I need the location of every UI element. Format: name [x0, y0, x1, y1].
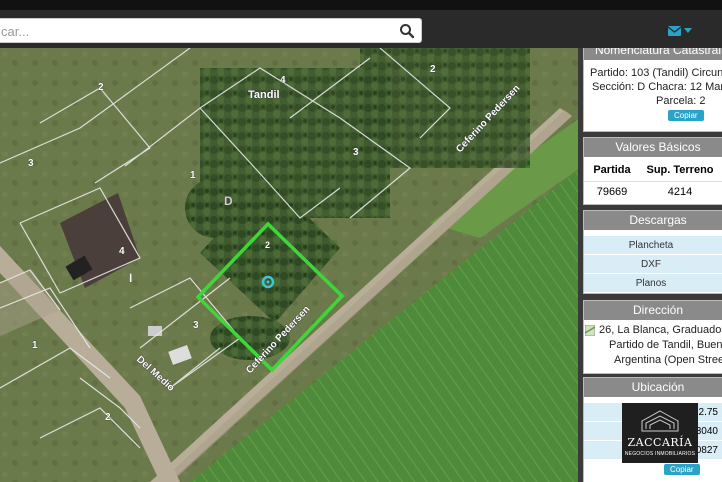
satellite-map[interactable]: Tandil 4 2 2 3 1 3 D 4 I 2 1 3 2 Ceferin…: [0, 48, 580, 482]
mail-icon: [668, 26, 681, 36]
zaccaria-logo: ZACCARÍA NEGOCIOS INMOBILIARIOS: [622, 403, 698, 463]
map-label-letter: I: [129, 271, 132, 285]
navbar: [0, 10, 722, 50]
direccion-line-2: Partido de Tandil, Buenos Aires,: [609, 339, 722, 351]
map-label-number: 4: [119, 246, 125, 257]
direccion-line-3: Argentina (Open Street Map): [614, 354, 722, 366]
sup-terreno-value: 4214: [667, 186, 693, 198]
nomenclatura-line-1: Partido: 103 (Tandil) Circunscripción: I: [590, 67, 722, 79]
map-label-number: 2: [430, 64, 436, 75]
direccion-card: Dirección 26, La Blanca, Graduados, Part…: [583, 300, 722, 374]
search-box[interactable]: [0, 18, 422, 43]
direccion-line-1: 26, La Blanca, Graduados,: [599, 324, 722, 336]
nomenclatura-card: Nomenclatura Catastral Partido: 103 (Tan…: [583, 48, 722, 132]
street-label-ceferino-top: Ceferino Pedersen: [454, 83, 522, 155]
street-label-ceferino-bottom: Ceferino Pedersen: [244, 304, 312, 376]
search-input[interactable]: [1, 22, 381, 40]
map-label-number: 1: [190, 170, 196, 181]
map-label-tandil: Tandil: [248, 89, 280, 101]
caret-down-icon: [684, 28, 692, 33]
logo-mark-icon: [641, 410, 679, 432]
map-label-number: 3: [353, 147, 359, 158]
map-label-letter: D: [224, 194, 233, 208]
descargas-card: Descargas Plancheta DXF Planos: [583, 210, 722, 294]
mail-dropdown-button[interactable]: [668, 23, 698, 39]
ubicacion-title: Ubicación: [584, 378, 722, 397]
descargas-title: Descargas: [584, 211, 722, 230]
copy-ubicacion-button[interactable]: Copiar: [664, 464, 700, 475]
sup-terreno-header: Sup. Terreno: [646, 164, 714, 176]
valores-basicos-card: Valores Básicos Partida Sup. Terreno 796…: [583, 137, 722, 205]
map-thumbnail-icon: [585, 325, 595, 336]
nomenclatura-line-2: Sección: D Chacra: 12 Manzana: 12b: [592, 81, 722, 93]
top-strip: [0, 0, 722, 10]
map-label-number: 4: [280, 75, 286, 86]
nomenclatura-line-3: Parcela: 2: [656, 95, 706, 107]
map-label-number: 2: [105, 412, 111, 423]
copy-nomenclatura-button[interactable]: Copiar: [668, 110, 704, 121]
street-label-del-medio: Del Medio: [134, 354, 176, 394]
valores-basicos-title: Valores Básicos: [584, 138, 722, 157]
download-planos-link[interactable]: Planos: [584, 273, 722, 292]
map-label-number: 3: [28, 158, 34, 169]
nomenclatura-title: Nomenclatura Catastral: [584, 48, 722, 60]
logo-name: ZACCARÍA: [627, 436, 693, 449]
map-label-parcel: 2: [265, 240, 270, 250]
download-dxf-link[interactable]: DXF: [584, 254, 722, 273]
map-label-number: 1: [32, 340, 38, 351]
direccion-title: Dirección: [584, 301, 722, 320]
logo-subtitle: NEGOCIOS INMOBILIARIOS: [624, 451, 696, 457]
map-label-number: 3: [193, 320, 199, 331]
search-icon[interactable]: [399, 23, 415, 39]
download-plancheta-link[interactable]: Plancheta: [584, 235, 722, 254]
map-label-number: 2: [98, 82, 104, 93]
partida-header: Partida: [593, 164, 631, 176]
partida-value: 79669: [596, 186, 628, 198]
